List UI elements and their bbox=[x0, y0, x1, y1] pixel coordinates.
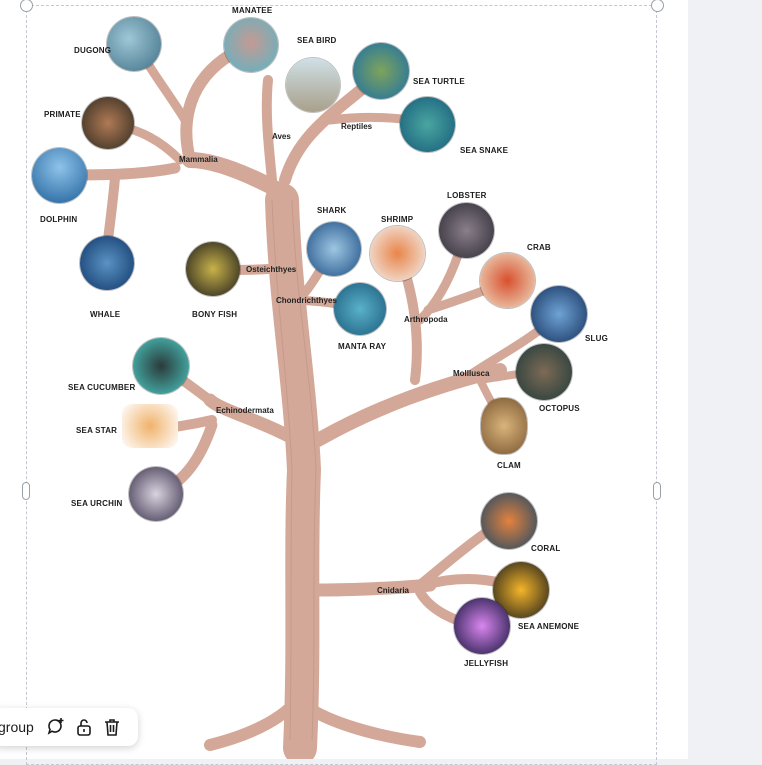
bony-fish-photo[interactable] bbox=[186, 242, 240, 296]
right-side-panel bbox=[688, 0, 762, 759]
sea-snake-photo[interactable] bbox=[400, 97, 455, 152]
primate-photo[interactable] bbox=[82, 97, 134, 149]
sea-bird-photo[interactable] bbox=[286, 58, 340, 112]
label-sea-snake: SEA SNAKE bbox=[460, 146, 509, 155]
label-coral: CORAL bbox=[531, 544, 561, 553]
label-sea-cucumber: SEA CUCUMBER bbox=[68, 383, 136, 392]
label-sea-turtle: SEA TURTLE bbox=[413, 77, 465, 86]
selection-toolbar: group bbox=[0, 708, 138, 746]
dolphin-photo[interactable] bbox=[32, 148, 87, 203]
label-sea-urchin: SEA URCHIN bbox=[71, 499, 123, 508]
jellyfish-photo[interactable] bbox=[454, 598, 510, 654]
sea-urchin-photo[interactable] bbox=[129, 467, 183, 521]
unlock-icon[interactable] bbox=[70, 713, 98, 741]
label-crab: CRAB bbox=[527, 243, 551, 252]
label-whale: WHALE bbox=[90, 310, 121, 319]
label-jellyfish: JELLYFISH bbox=[464, 659, 509, 668]
label-shark: SHARK bbox=[317, 206, 347, 215]
clam-photo[interactable] bbox=[481, 398, 527, 454]
resize-handle-right[interactable] bbox=[653, 482, 661, 500]
group-label-reptiles: Reptiles bbox=[341, 122, 373, 131]
label-slug: SLUG bbox=[585, 334, 609, 343]
shark-photo[interactable] bbox=[307, 222, 361, 276]
group-label-mollusca: Molllusca bbox=[453, 369, 490, 378]
group-label-cnidaria: Cnidaria bbox=[377, 586, 410, 595]
dugong-photo[interactable] bbox=[107, 17, 161, 71]
sea-cucumber-photo[interactable] bbox=[133, 338, 189, 394]
group-label-arthropoda: Arthropoda bbox=[404, 315, 448, 324]
label-sea-bird: SEA BIRD bbox=[297, 36, 337, 45]
lobster-photo[interactable] bbox=[439, 203, 494, 258]
label-manatee: MANATEE bbox=[232, 6, 273, 15]
trash-icon[interactable] bbox=[98, 713, 126, 741]
slug-photo[interactable] bbox=[531, 286, 587, 342]
label-octopus: OCTOPUS bbox=[539, 404, 580, 413]
label-lobster: LOBSTER bbox=[447, 191, 487, 200]
group-label-aves: Aves bbox=[272, 132, 291, 141]
group-label-echinodermata: Echinodermata bbox=[216, 406, 274, 415]
shrimp-photo[interactable] bbox=[370, 226, 425, 281]
group-button[interactable]: group bbox=[0, 719, 34, 735]
whale-photo[interactable] bbox=[80, 236, 134, 290]
label-shrimp: SHRIMP bbox=[381, 215, 414, 224]
group-label-osteichthyes: Osteichthyes bbox=[246, 265, 297, 274]
label-sea-anemone: SEA ANEMONE bbox=[518, 622, 580, 631]
add-comment-icon[interactable] bbox=[42, 713, 70, 741]
resize-handle-left[interactable] bbox=[22, 482, 30, 500]
crab-photo[interactable] bbox=[480, 253, 535, 308]
group-label-mammalia: Mammalia bbox=[179, 155, 218, 164]
label-clam: CLAM bbox=[497, 461, 521, 470]
label-dugong: DUGONG bbox=[74, 46, 112, 55]
label-sea-star: SEA STAR bbox=[76, 426, 118, 435]
label-manta-ray: MANTA RAY bbox=[338, 342, 387, 351]
label-bony-fish: BONY FISH bbox=[192, 310, 238, 319]
label-primate: PRIMATE bbox=[44, 110, 81, 119]
sea-star-photo[interactable] bbox=[122, 404, 178, 448]
sea-turtle-photo[interactable] bbox=[353, 43, 409, 99]
design-canvas[interactable]: Mammalia Aves Reptiles Osteichthyes Chon… bbox=[0, 0, 688, 765]
octopus-photo[interactable] bbox=[516, 344, 572, 400]
manatee-photo[interactable] bbox=[224, 18, 278, 72]
label-dolphin: DOLPHIN bbox=[40, 215, 78, 224]
manta-ray-photo[interactable] bbox=[334, 283, 386, 335]
group-label-chondrichthyes: Chondrichthyes bbox=[276, 296, 337, 305]
coral-photo[interactable] bbox=[481, 493, 537, 549]
